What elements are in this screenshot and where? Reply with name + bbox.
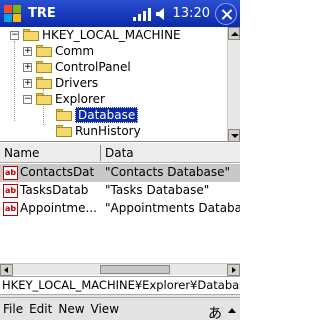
key-path: HKEY_LOCAL_MACHINE¥Explorer¥Database — [0, 276, 240, 294]
menu-view[interactable]: View — [88, 302, 122, 316]
tree-item-label: ControlPanel — [55, 60, 131, 74]
list-item[interactable]: ab ContactsDat "Contacts Database" — [0, 164, 240, 182]
expand-icon[interactable]: + — [23, 78, 32, 88]
input-method-icon[interactable]: あ — [208, 303, 222, 320]
app-title: TRE — [28, 6, 56, 21]
arrow-down-icon — [231, 134, 239, 138]
open-folder-icon — [36, 93, 52, 105]
list-item[interactable]: ab Appointme... "Appointments Databa — [0, 200, 240, 218]
tree-item-controlpanel[interactable]: + ControlPanel — [23, 59, 131, 75]
folder-icon — [56, 125, 72, 137]
menu-edit[interactable]: Edit — [26, 302, 55, 316]
string-value-icon: ab — [3, 184, 18, 198]
string-value-icon: ab — [3, 166, 18, 180]
title-bar: TRE 13:20 — [0, 0, 240, 27]
expand-icon[interactable]: + — [23, 62, 32, 72]
list-item[interactable]: ab TasksDatab "Tasks Database" — [0, 182, 240, 200]
list-horizontal-scrollbar[interactable] — [0, 263, 240, 276]
speaker-icon[interactable] — [155, 6, 169, 22]
tree-item-label: Explorer — [55, 92, 105, 106]
value-name: ContactsDat — [20, 165, 95, 179]
column-header-name[interactable]: Name — [0, 143, 39, 163]
tree-item-label: Drivers — [55, 76, 99, 90]
tree-item-label: RunHistory — [75, 124, 141, 138]
tree-item-database[interactable]: Database — [56, 107, 139, 123]
tree-item-label-selected: Database — [75, 107, 139, 123]
value-name: Appointme... — [20, 201, 97, 215]
value-data: "Appointments Databa — [105, 201, 240, 215]
input-panel-arrow-icon[interactable] — [228, 308, 236, 313]
column-header-data[interactable]: Data — [101, 143, 134, 163]
registry-tree: − HKEY_LOCAL_MACHINE + Comm + ControlPan… — [0, 27, 240, 142]
collapse-icon[interactable]: − — [10, 30, 19, 40]
menu-file[interactable]: File — [0, 302, 26, 316]
clock[interactable]: 13:20 — [173, 6, 210, 21]
tree-vertical-scrollbar[interactable] — [227, 27, 240, 142]
arrow-up-icon — [231, 32, 239, 36]
expand-icon[interactable]: + — [23, 46, 32, 56]
tree-item-drivers[interactable]: + Drivers — [23, 75, 98, 91]
scroll-down-button[interactable] — [228, 129, 240, 142]
menu-new[interactable]: New — [55, 302, 87, 316]
arrow-left-icon — [4, 267, 8, 273]
scroll-up-button[interactable] — [228, 27, 240, 40]
folder-icon — [36, 45, 52, 57]
string-value-icon: ab — [3, 202, 18, 216]
arrow-right-icon — [232, 267, 236, 273]
tree-item-runhistory[interactable]: RunHistory — [56, 123, 141, 139]
close-button[interactable] — [215, 2, 237, 25]
menu-bar-row: File Edit New View あ — [0, 297, 240, 320]
folder-icon — [36, 77, 52, 89]
value-name: TasksDatab — [20, 183, 89, 197]
start-flag-icon[interactable] — [3, 4, 22, 23]
value-data: "Contacts Database" — [105, 165, 231, 179]
folder-icon — [23, 29, 39, 41]
scroll-right-button[interactable] — [227, 264, 240, 276]
values-list: Name Data ab ContactsDat "Contacts Datab… — [0, 143, 240, 263]
tree-item-comm[interactable]: + Comm — [23, 43, 94, 59]
folder-icon — [36, 61, 52, 73]
tree-item-label: HKEY_LOCAL_MACHINE — [42, 28, 181, 42]
value-data: "Tasks Database" — [105, 183, 210, 197]
signal-icon[interactable] — [132, 6, 152, 22]
folder-icon — [56, 109, 72, 121]
scroll-left-button[interactable] — [0, 264, 13, 276]
tree-item-explorer[interactable]: − Explorer — [23, 91, 105, 107]
tree-item-label: Comm — [55, 44, 95, 58]
scroll-thumb[interactable] — [100, 265, 170, 274]
list-header: Name Data — [0, 143, 240, 163]
tree-item-hklm[interactable]: − HKEY_LOCAL_MACHINE — [10, 27, 181, 43]
collapse-icon[interactable]: − — [23, 94, 32, 104]
